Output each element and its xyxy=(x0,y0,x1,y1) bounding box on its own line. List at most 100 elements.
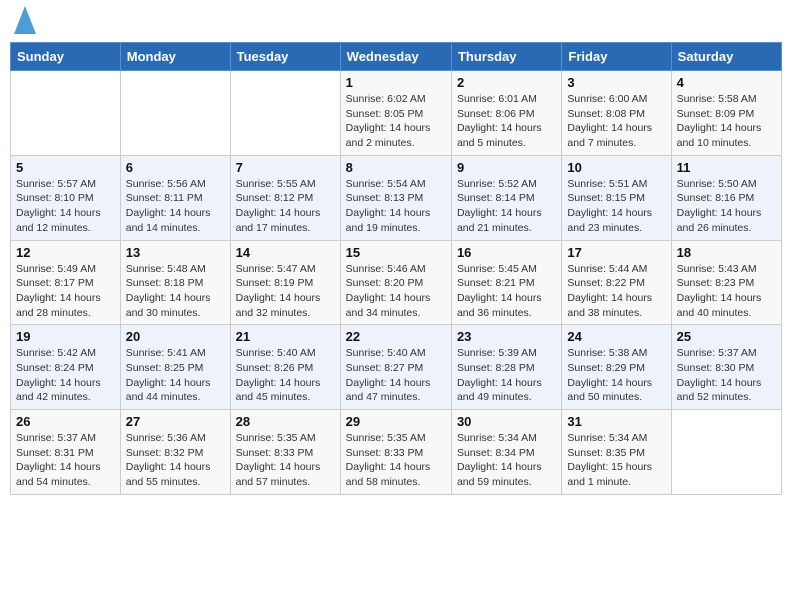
day-cell: 16 Sunrise: 5:45 AM Sunset: 8:21 PM Dayli… xyxy=(451,240,561,325)
day-number: 24 xyxy=(567,329,665,344)
day-cell xyxy=(120,71,230,156)
day-info: Sunrise: 5:34 AM Sunset: 8:35 PM Dayligh… xyxy=(567,431,665,490)
day-cell: 24 Sunrise: 5:38 AM Sunset: 8:29 PM Dayli… xyxy=(562,325,671,410)
day-number: 28 xyxy=(236,414,335,429)
day-cell xyxy=(11,71,121,156)
day-info: Sunrise: 5:39 AM Sunset: 8:28 PM Dayligh… xyxy=(457,346,556,405)
day-info: Sunrise: 5:58 AM Sunset: 8:09 PM Dayligh… xyxy=(677,92,776,151)
day-number: 23 xyxy=(457,329,556,344)
day-number: 29 xyxy=(346,414,446,429)
logo-icon xyxy=(14,6,36,36)
day-info: Sunrise: 5:43 AM Sunset: 8:23 PM Dayligh… xyxy=(677,262,776,321)
weekday-header-saturday: Saturday xyxy=(671,43,781,71)
day-cell: 13 Sunrise: 5:48 AM Sunset: 8:18 PM Dayli… xyxy=(120,240,230,325)
day-number: 3 xyxy=(567,75,665,90)
day-number: 30 xyxy=(457,414,556,429)
day-cell: 6Sunrise: 5:56 AM Sunset: 8:11 PM Daylig… xyxy=(120,155,230,240)
day-info: Sunrise: 6:01 AM Sunset: 8:06 PM Dayligh… xyxy=(457,92,556,151)
week-row-3: 12 Sunrise: 5:49 AM Sunset: 8:17 PM Dayli… xyxy=(11,240,782,325)
day-info: Sunrise: 5:48 AM Sunset: 8:18 PM Dayligh… xyxy=(126,262,225,321)
day-number: 31 xyxy=(567,414,665,429)
day-info: Sunrise: 5:37 AM Sunset: 8:30 PM Dayligh… xyxy=(677,346,776,405)
day-cell: 18 Sunrise: 5:43 AM Sunset: 8:23 PM Dayli… xyxy=(671,240,781,325)
day-number: 1 xyxy=(346,75,446,90)
day-cell: 5Sunrise: 5:57 AM Sunset: 8:10 PM Daylig… xyxy=(11,155,121,240)
day-cell: 17 Sunrise: 5:44 AM Sunset: 8:22 PM Dayli… xyxy=(562,240,671,325)
day-cell: 31 Sunrise: 5:34 AM Sunset: 8:35 PM Dayli… xyxy=(562,410,671,495)
day-cell: 10Sunrise: 5:51 AM Sunset: 8:15 PM Dayli… xyxy=(562,155,671,240)
day-info: Sunrise: 5:38 AM Sunset: 8:29 PM Dayligh… xyxy=(567,346,665,405)
weekday-header-row: SundayMondayTuesdayWednesdayThursdayFrid… xyxy=(11,43,782,71)
day-info: Sunrise: 5:36 AM Sunset: 8:32 PM Dayligh… xyxy=(126,431,225,490)
day-info: Sunrise: 5:35 AM Sunset: 8:33 PM Dayligh… xyxy=(346,431,446,490)
day-info: Sunrise: 5:57 AM Sunset: 8:10 PM Dayligh… xyxy=(16,177,115,236)
weekday-header-friday: Friday xyxy=(562,43,671,71)
day-number: 15 xyxy=(346,245,446,260)
day-cell: 19Sunrise: 5:42 AM Sunset: 8:24 PM Dayli… xyxy=(11,325,121,410)
day-cell: 2 Sunrise: 6:01 AM Sunset: 8:06 PM Daylig… xyxy=(451,71,561,156)
weekday-header-tuesday: Tuesday xyxy=(230,43,340,71)
day-info: Sunrise: 5:41 AM Sunset: 8:25 PM Dayligh… xyxy=(126,346,225,405)
day-info: Sunrise: 5:49 AM Sunset: 8:17 PM Dayligh… xyxy=(16,262,115,321)
day-info: Sunrise: 5:45 AM Sunset: 8:21 PM Dayligh… xyxy=(457,262,556,321)
weekday-header-thursday: Thursday xyxy=(451,43,561,71)
day-cell: 21 Sunrise: 5:40 AM Sunset: 8:26 PM Dayli… xyxy=(230,325,340,410)
day-info: Sunrise: 5:52 AM Sunset: 8:14 PM Dayligh… xyxy=(457,177,556,236)
day-cell: 22 Sunrise: 5:40 AM Sunset: 8:27 PM Dayli… xyxy=(340,325,451,410)
day-info: Sunrise: 5:54 AM Sunset: 8:13 PM Dayligh… xyxy=(346,177,446,236)
day-info: Sunrise: 5:56 AM Sunset: 8:11 PM Dayligh… xyxy=(126,177,225,236)
week-row-4: 19Sunrise: 5:42 AM Sunset: 8:24 PM Dayli… xyxy=(11,325,782,410)
day-number: 26 xyxy=(16,414,115,429)
day-info: Sunrise: 5:47 AM Sunset: 8:19 PM Dayligh… xyxy=(236,262,335,321)
day-number: 7 xyxy=(236,160,335,175)
day-cell: 27Sunrise: 5:36 AM Sunset: 8:32 PM Dayli… xyxy=(120,410,230,495)
day-number: 13 xyxy=(126,245,225,260)
day-info: Sunrise: 5:34 AM Sunset: 8:34 PM Dayligh… xyxy=(457,431,556,490)
day-cell: 8 Sunrise: 5:54 AM Sunset: 8:13 PM Daylig… xyxy=(340,155,451,240)
day-info: Sunrise: 5:35 AM Sunset: 8:33 PM Dayligh… xyxy=(236,431,335,490)
day-info: Sunrise: 5:55 AM Sunset: 8:12 PM Dayligh… xyxy=(236,177,335,236)
day-info: Sunrise: 5:46 AM Sunset: 8:20 PM Dayligh… xyxy=(346,262,446,321)
day-cell xyxy=(230,71,340,156)
day-number: 11 xyxy=(677,160,776,175)
day-cell: 15 Sunrise: 5:46 AM Sunset: 8:20 PM Dayli… xyxy=(340,240,451,325)
day-cell: 30 Sunrise: 5:34 AM Sunset: 8:34 PM Dayli… xyxy=(451,410,561,495)
day-info: Sunrise: 6:02 AM Sunset: 8:05 PM Dayligh… xyxy=(346,92,446,151)
day-info: Sunrise: 5:37 AM Sunset: 8:31 PM Dayligh… xyxy=(16,431,115,490)
week-row-1: 1 Sunrise: 6:02 AM Sunset: 8:05 PM Daylig… xyxy=(11,71,782,156)
day-cell: 12 Sunrise: 5:49 AM Sunset: 8:17 PM Dayli… xyxy=(11,240,121,325)
week-row-5: 26 Sunrise: 5:37 AM Sunset: 8:31 PM Dayli… xyxy=(11,410,782,495)
day-number: 17 xyxy=(567,245,665,260)
day-number: 4 xyxy=(677,75,776,90)
day-number: 18 xyxy=(677,245,776,260)
day-info: Sunrise: 5:40 AM Sunset: 8:27 PM Dayligh… xyxy=(346,346,446,405)
day-number: 8 xyxy=(346,160,446,175)
day-number: 14 xyxy=(236,245,335,260)
day-cell: 14 Sunrise: 5:47 AM Sunset: 8:19 PM Dayli… xyxy=(230,240,340,325)
day-cell: 4 Sunrise: 5:58 AM Sunset: 8:09 PM Daylig… xyxy=(671,71,781,156)
day-cell: 23 Sunrise: 5:39 AM Sunset: 8:28 PM Dayli… xyxy=(451,325,561,410)
day-number: 9 xyxy=(457,160,556,175)
day-info: Sunrise: 5:40 AM Sunset: 8:26 PM Dayligh… xyxy=(236,346,335,405)
day-info: Sunrise: 5:42 AM Sunset: 8:24 PM Dayligh… xyxy=(16,346,115,405)
week-row-2: 5Sunrise: 5:57 AM Sunset: 8:10 PM Daylig… xyxy=(11,155,782,240)
calendar-table: SundayMondayTuesdayWednesdayThursdayFrid… xyxy=(10,42,782,495)
day-number: 25 xyxy=(677,329,776,344)
day-info: Sunrise: 5:44 AM Sunset: 8:22 PM Dayligh… xyxy=(567,262,665,321)
day-cell xyxy=(671,410,781,495)
day-number: 16 xyxy=(457,245,556,260)
day-cell: 9 Sunrise: 5:52 AM Sunset: 8:14 PM Daylig… xyxy=(451,155,561,240)
day-cell: 29 Sunrise: 5:35 AM Sunset: 8:33 PM Dayli… xyxy=(340,410,451,495)
day-number: 21 xyxy=(236,329,335,344)
day-number: 2 xyxy=(457,75,556,90)
weekday-header-wednesday: Wednesday xyxy=(340,43,451,71)
day-cell: 25 Sunrise: 5:37 AM Sunset: 8:30 PM Dayli… xyxy=(671,325,781,410)
day-cell: 11Sunrise: 5:50 AM Sunset: 8:16 PM Dayli… xyxy=(671,155,781,240)
day-number: 12 xyxy=(16,245,115,260)
day-cell: 28 Sunrise: 5:35 AM Sunset: 8:33 PM Dayli… xyxy=(230,410,340,495)
weekday-header-sunday: Sunday xyxy=(11,43,121,71)
day-number: 22 xyxy=(346,329,446,344)
day-info: Sunrise: 5:51 AM Sunset: 8:15 PM Dayligh… xyxy=(567,177,665,236)
day-info: Sunrise: 6:00 AM Sunset: 8:08 PM Dayligh… xyxy=(567,92,665,151)
page-header xyxy=(10,10,782,36)
